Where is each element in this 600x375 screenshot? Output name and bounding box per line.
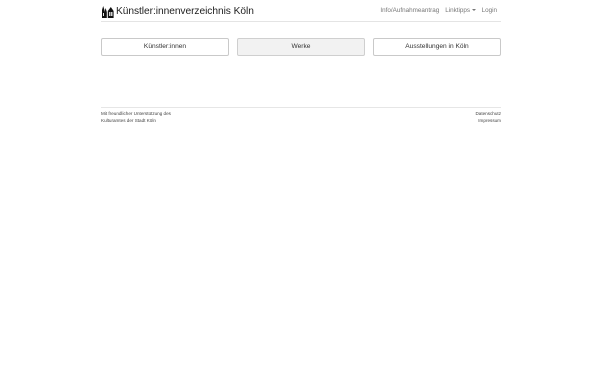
navbar: Künstler:innenverzeichnis Köln Info/Aufn… (101, 0, 501, 22)
footer-support-line2: Kulturamtes der Stadt Köln (101, 118, 156, 123)
caret-down-icon (471, 9, 476, 11)
impressum-link[interactable]: Impressum (475, 117, 501, 124)
datenschutz-link[interactable]: Datenschutz (475, 110, 501, 117)
nav-info-link[interactable]: Info/Aufnahmeantrag (380, 7, 439, 14)
nav-links: Info/Aufnahmeantrag Linktipps Login (380, 7, 497, 14)
footer: Mit freundlicher Unterstützung des Kultu… (101, 107, 501, 127)
nav-login-link[interactable]: Login (482, 7, 497, 14)
nav-linktipps-dropdown[interactable]: Linktipps (445, 7, 476, 14)
artists-button[interactable]: Künstler:innen (101, 38, 229, 56)
nav-linktipps-label: Linktipps (445, 7, 471, 14)
brand-link[interactable]: Künstler:innenverzeichnis Köln (101, 5, 254, 18)
category-buttons: Künstler:innen Werke Ausstellungen in Kö… (101, 38, 501, 56)
exhibitions-button[interactable]: Ausstellungen in Köln (373, 38, 501, 56)
footer-links: Datenschutz Impressum (475, 110, 501, 124)
footer-support-note: Mit freundlicher Unterstützung des Kultu… (101, 110, 171, 124)
brand-title: Künstler:innenverzeichnis Köln (116, 6, 254, 17)
footer-support-line1: Mit freundlicher Unterstützung des (101, 111, 171, 116)
works-button[interactable]: Werke (237, 38, 365, 56)
cologne-cathedral-logo-icon (101, 5, 114, 18)
